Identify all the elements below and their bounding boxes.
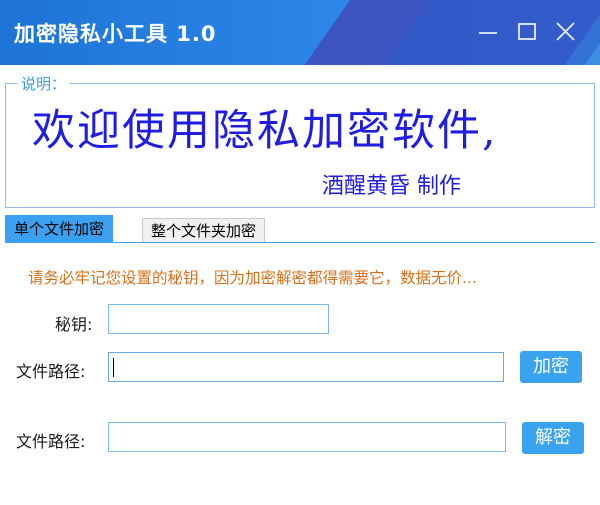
encrypt-button[interactable]: 加密 xyxy=(520,351,582,383)
tab-single-file-encrypt[interactable]: 单个文件加密 xyxy=(5,215,114,242)
warning-text: 请务必牢记您设置的秘钥，因为加密解密都得需要它，数据无价... xyxy=(28,269,477,287)
tab-folder-encrypt[interactable]: 整个文件夹加密 xyxy=(142,218,266,242)
credit-text: 酒醒黄昏 制作 xyxy=(322,174,461,199)
close-icon[interactable] xyxy=(552,18,580,46)
decrypt-path-input[interactable] xyxy=(108,422,506,452)
minimize-icon[interactable] xyxy=(475,18,503,46)
encrypt-path-label: 文件路径: xyxy=(16,362,86,381)
maximize-icon[interactable] xyxy=(514,18,542,46)
description-legend: 说明： xyxy=(17,73,71,94)
text-caret xyxy=(113,358,114,377)
encrypt-path-input[interactable] xyxy=(108,352,504,382)
decrypt-button[interactable]: 解密 xyxy=(522,422,584,454)
window-title: 加密隐私小工具 1.0 xyxy=(14,22,217,46)
title-bar: 加密隐私小工具 1.0 xyxy=(0,0,600,65)
welcome-text: 欢迎使用隐私加密软件, xyxy=(32,106,498,156)
decrypt-path-label: 文件路径: xyxy=(16,432,86,451)
key-input[interactable] xyxy=(108,304,329,334)
key-label: 秘钥: xyxy=(55,315,93,334)
